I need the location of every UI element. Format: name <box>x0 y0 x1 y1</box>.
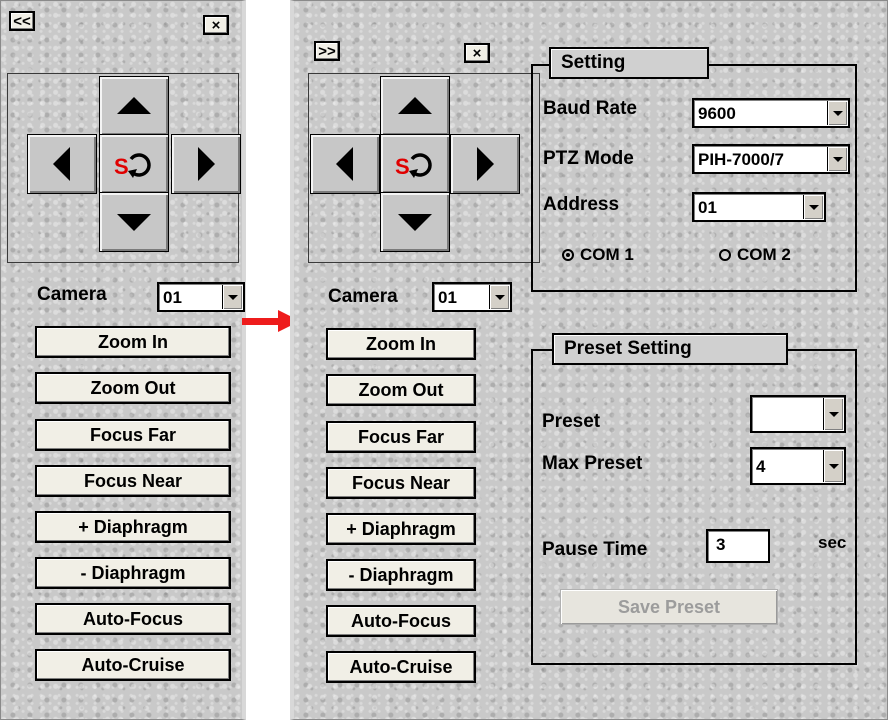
dropdown-arrow-icon[interactable] <box>489 285 509 309</box>
diaphragm-plus-button[interactable]: + Diaphragm <box>35 511 231 543</box>
radio-checked-icon <box>562 249 574 261</box>
dropdown-arrow-icon[interactable] <box>222 285 242 309</box>
triangle-up-icon <box>398 97 432 114</box>
focus-near-button[interactable]: Focus Near <box>35 465 231 497</box>
setting-group-title: Setting <box>549 47 709 79</box>
pan-down-button[interactable] <box>99 192 169 252</box>
center-letter: S <box>114 154 129 179</box>
ptz-mode-value: PIH-7000/7 <box>698 150 784 169</box>
camera-select[interactable]: 01 <box>432 282 512 312</box>
zoom-in-button[interactable]: Zoom In <box>326 328 476 360</box>
pause-time-label: Pause Time <box>542 539 648 560</box>
pan-up-button[interactable] <box>380 76 450 136</box>
radio-unchecked-icon <box>719 249 731 261</box>
baud-rate-label: Baud Rate <box>543 98 637 119</box>
address-label: Address <box>543 194 620 215</box>
camera-select[interactable]: 01 <box>157 282 245 312</box>
address-value: 01 <box>698 198 717 217</box>
ptz-panel-collapsed: << × S Camera 01 Zoom In Zoom Out Focus … <box>0 0 246 720</box>
com1-radio[interactable]: COM 1 <box>562 245 634 265</box>
pan-down-button[interactable] <box>380 192 450 252</box>
pause-time-input[interactable]: 3 <box>706 529 770 563</box>
dropdown-arrow-icon[interactable] <box>823 398 843 430</box>
close-button[interactable]: × <box>464 43 490 63</box>
ptz-direction-pad: S <box>308 73 540 263</box>
triangle-up-icon <box>117 97 151 114</box>
max-preset-label: Max Preset <box>542 453 643 474</box>
com1-label: COM 1 <box>580 245 634 264</box>
ptz-mode-label: PTZ Mode <box>543 148 634 169</box>
camera-label: Camera <box>37 284 107 305</box>
ptz-mode-select[interactable]: PIH-7000/7 <box>692 144 850 174</box>
com2-radio[interactable]: COM 2 <box>719 245 791 265</box>
pause-time-unit: sec <box>818 533 847 552</box>
expand-button[interactable]: << <box>9 11 35 31</box>
pan-right-button[interactable] <box>171 134 241 194</box>
zoom-out-button[interactable]: Zoom Out <box>326 374 476 406</box>
zoom-out-button[interactable]: Zoom Out <box>35 372 231 404</box>
preset-select[interactable] <box>750 395 846 433</box>
auto-focus-button[interactable]: Auto-Focus <box>326 605 476 637</box>
pan-left-button[interactable] <box>27 134 97 194</box>
diaphragm-minus-button[interactable]: - Diaphragm <box>35 557 231 589</box>
s-rotate-icon: S <box>395 153 432 179</box>
center-letter: S <box>395 154 410 179</box>
zoom-in-button[interactable]: Zoom In <box>35 326 231 358</box>
com2-label: COM 2 <box>737 245 791 264</box>
focus-far-button[interactable]: Focus Far <box>35 419 231 451</box>
auto-cruise-button[interactable]: Auto-Cruise <box>326 651 476 683</box>
preset-setting-group-title: Preset Setting <box>552 333 788 365</box>
camera-select-value: 01 <box>163 288 182 307</box>
collapse-button[interactable]: >> <box>314 41 340 61</box>
camera-label: Camera <box>328 286 398 307</box>
triangle-right-icon <box>198 147 215 181</box>
dropdown-arrow-icon[interactable] <box>803 195 823 219</box>
auto-cruise-button[interactable]: Auto-Cruise <box>35 649 231 681</box>
triangle-left-icon <box>336 147 353 181</box>
triangle-right-icon <box>477 147 494 181</box>
max-preset-select[interactable]: 4 <box>750 447 846 485</box>
ptz-panel-expanded: >> × S Camera 01 Zoom In Zoom Out Focus … <box>290 0 888 720</box>
close-button[interactable]: × <box>203 15 229 35</box>
s-rotate-icon: S <box>114 153 151 179</box>
pan-right-button[interactable] <box>450 134 520 194</box>
focus-far-button[interactable]: Focus Far <box>326 421 476 453</box>
address-select[interactable]: 01 <box>692 192 826 222</box>
max-preset-value: 4 <box>756 457 766 476</box>
save-preset-button[interactable]: Save Preset <box>560 589 778 625</box>
camera-select-value: 01 <box>438 288 457 307</box>
diaphragm-minus-button[interactable]: - Diaphragm <box>326 559 476 591</box>
auto-focus-button[interactable]: Auto-Focus <box>35 603 231 635</box>
focus-near-button[interactable]: Focus Near <box>326 467 476 499</box>
pan-up-button[interactable] <box>99 76 169 136</box>
center-home-button[interactable]: S <box>380 134 450 194</box>
baud-rate-select[interactable]: 9600 <box>692 98 850 128</box>
pan-left-button[interactable] <box>310 134 380 194</box>
dropdown-arrow-icon[interactable] <box>823 450 843 482</box>
triangle-down-icon <box>398 214 432 231</box>
dropdown-arrow-icon[interactable] <box>827 101 847 125</box>
triangle-left-icon <box>53 147 70 181</box>
ptz-direction-pad: S <box>7 73 241 263</box>
diaphragm-plus-button[interactable]: + Diaphragm <box>326 513 476 545</box>
preset-label: Preset <box>542 411 601 432</box>
dropdown-arrow-icon[interactable] <box>827 147 847 171</box>
baud-rate-value: 9600 <box>698 104 736 123</box>
triangle-down-icon <box>117 214 151 231</box>
center-home-button[interactable]: S <box>99 134 169 194</box>
